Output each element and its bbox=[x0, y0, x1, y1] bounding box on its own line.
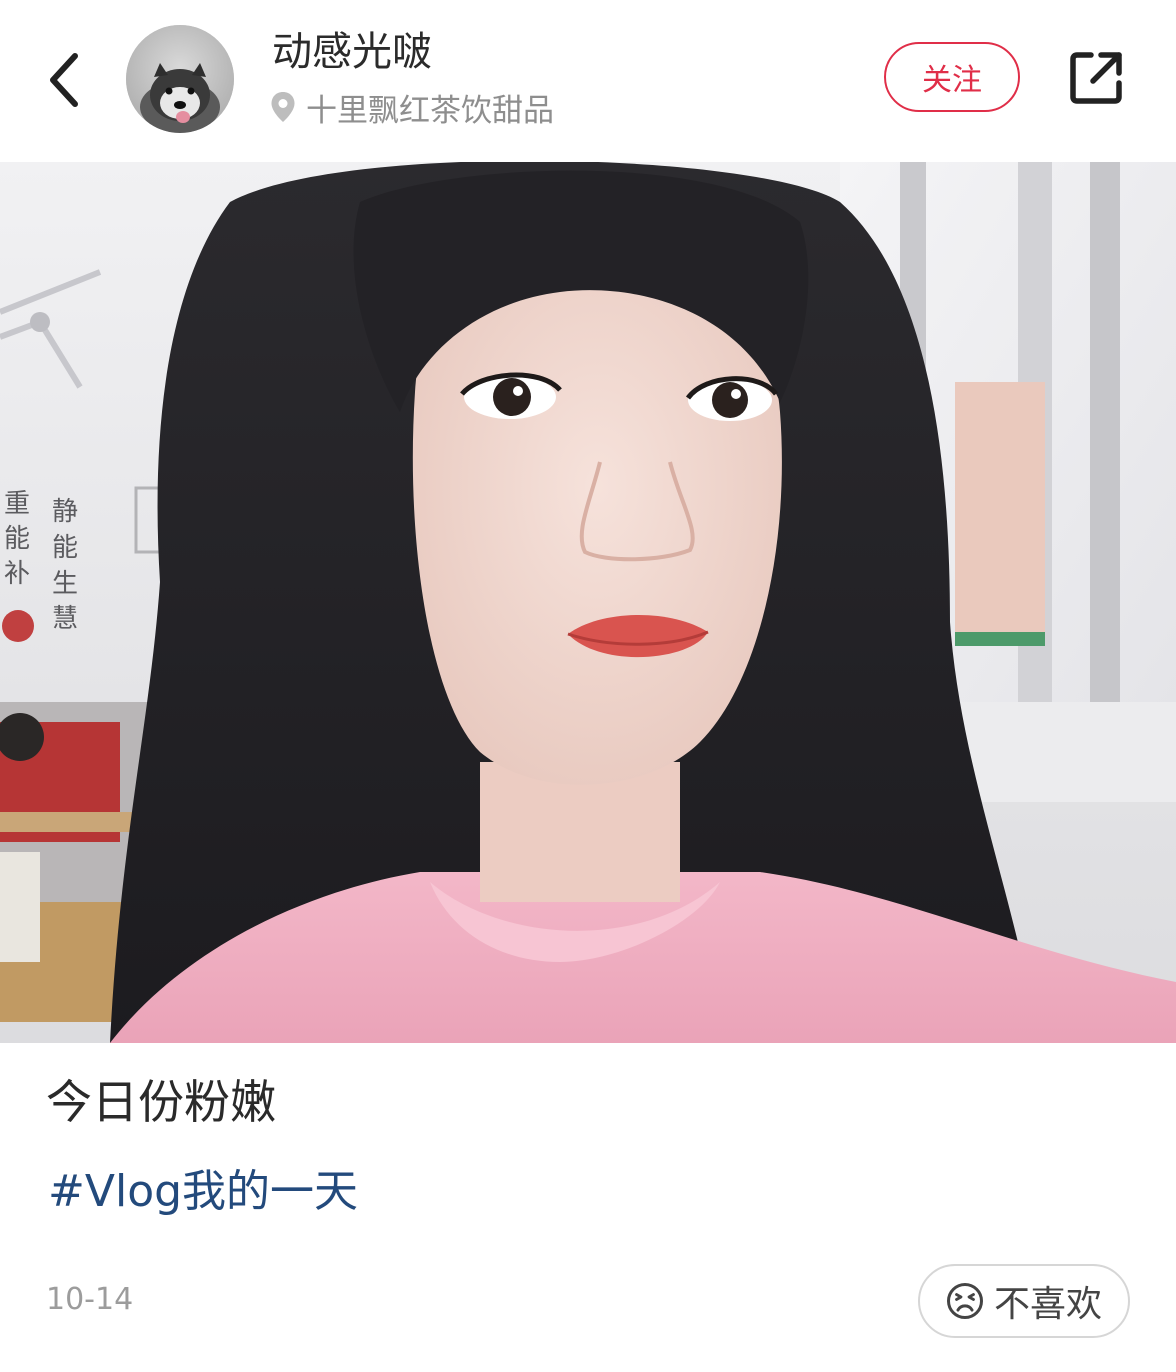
svg-text:静: 静 bbox=[52, 497, 78, 527]
post-date: 10-14 bbox=[46, 1282, 134, 1317]
svg-text:生: 生 bbox=[52, 569, 78, 599]
username[interactable]: 动感光啵 bbox=[272, 26, 432, 78]
post-caption: 今日份粉嫩 bbox=[46, 1075, 276, 1129]
back-button[interactable] bbox=[30, 40, 100, 120]
post-header: 动感光啵 十里飘红茶饮甜品 关注 bbox=[0, 0, 1176, 162]
dislike-button[interactable]: 不喜欢 bbox=[918, 1264, 1130, 1338]
avatar[interactable] bbox=[126, 25, 234, 133]
location[interactable]: 十里飘红茶饮甜品 bbox=[270, 86, 554, 129]
svg-text:慧: 慧 bbox=[52, 604, 78, 634]
share-button[interactable] bbox=[1060, 42, 1132, 114]
post-photo[interactable]: 重 能 补 静 能 生 慧 bbox=[0, 162, 1176, 1043]
dislike-label: 不喜欢 bbox=[993, 1284, 1102, 1325]
location-label: 十里飘红茶饮甜品 bbox=[306, 92, 554, 129]
selfie-photo-image: 重 能 补 静 能 生 慧 bbox=[0, 162, 1176, 1043]
hashtag-link[interactable]: #Vlog我的一天 bbox=[48, 1162, 358, 1222]
follow-button[interactable]: 关注 bbox=[884, 42, 1020, 112]
dog-avatar-image bbox=[126, 25, 234, 133]
location-pin-icon bbox=[271, 92, 295, 122]
svg-text:补: 补 bbox=[4, 559, 30, 589]
chevron-left-icon bbox=[50, 53, 78, 107]
sad-face-icon bbox=[946, 1283, 983, 1319]
share-external-icon bbox=[1070, 52, 1122, 104]
svg-text:能: 能 bbox=[52, 533, 78, 563]
svg-text:能: 能 bbox=[4, 524, 30, 554]
svg-text:重: 重 bbox=[4, 489, 30, 519]
